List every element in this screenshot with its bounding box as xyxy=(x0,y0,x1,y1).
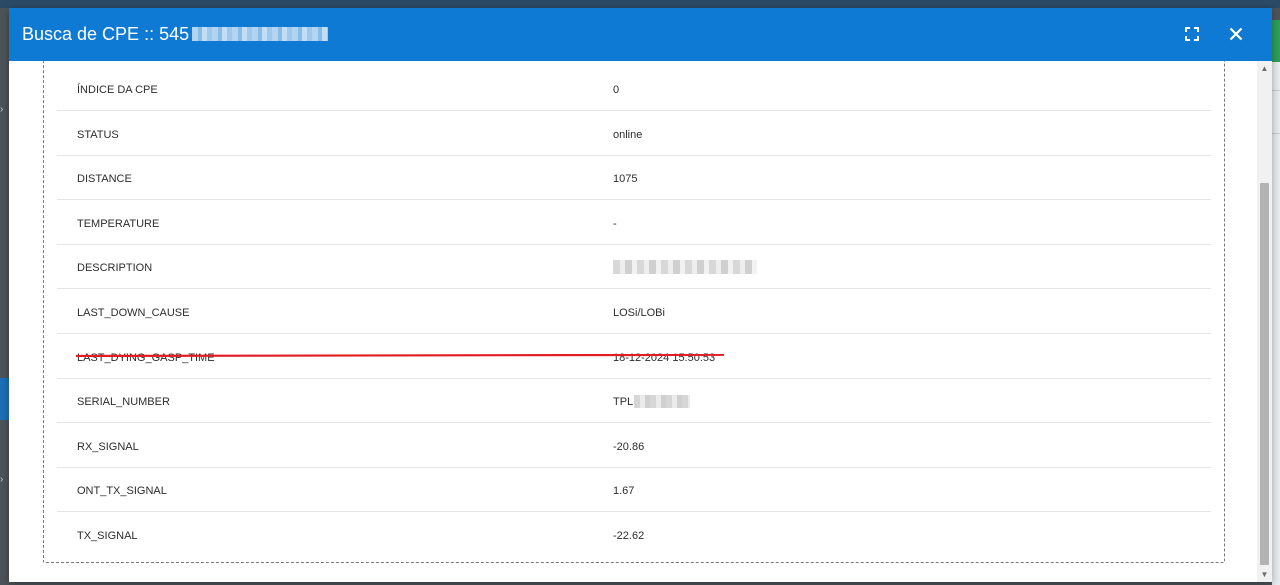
modal-body: ÍNDICE DA CPE 0 STATUS online DISTANCE 1… xyxy=(9,61,1257,582)
modal-title-text: Busca de CPE :: 545 xyxy=(22,24,190,44)
table-row: ÍNDICE DA CPE 0 xyxy=(57,61,1211,111)
table-row: RX_SIGNAL -20.86 xyxy=(57,423,1211,468)
table-row: LAST_DOWN_CAUSE LOSi/LOBi xyxy=(57,289,1211,334)
table-row: DESCRIPTION xyxy=(57,245,1211,290)
redacted-id xyxy=(192,27,329,41)
chevron-right-icon: › xyxy=(0,474,4,485)
field-value: LOSi/LOBi xyxy=(613,306,665,319)
field-label: DESCRIPTION xyxy=(77,262,153,275)
cpe-search-modal: Busca de CPE :: 545 ÍNDICE DA CPE 0 STAT… xyxy=(9,8,1272,582)
field-value: -20.86 xyxy=(613,440,645,453)
field-label: RX_SIGNAL xyxy=(77,440,139,453)
backdrop-divider xyxy=(1272,90,1280,91)
field-label: ÍNDICE DA CPE xyxy=(77,84,158,96)
chevron-right-icon: › xyxy=(0,104,4,115)
fullscreen-icon xyxy=(1185,27,1199,41)
redacted-description xyxy=(613,260,757,275)
field-label: TEMPERATURE xyxy=(77,217,160,230)
cpe-details-table: ÍNDICE DA CPE 0 STATUS online DISTANCE 1… xyxy=(57,61,1211,556)
field-value: 1075 xyxy=(613,173,638,186)
backdrop-divider xyxy=(1272,133,1280,134)
table-row: DISTANCE 1075 xyxy=(57,156,1211,201)
field-value: online xyxy=(613,128,643,141)
field-label: LAST_DOWN_CAUSE xyxy=(77,306,190,319)
redacted-serial xyxy=(634,395,691,409)
field-value: TPL xyxy=(613,395,691,409)
red-annotation-underline xyxy=(76,354,724,357)
table-row: ONT_TX_SIGNAL 1.67 xyxy=(57,468,1211,513)
serial-prefix: TPL xyxy=(613,396,634,409)
modal-title: Busca de CPE :: 545 xyxy=(22,23,329,45)
field-value: 1.67 xyxy=(613,485,635,498)
table-row: TX_SIGNAL -22.62 xyxy=(57,512,1211,556)
backdrop-right-accent xyxy=(1272,20,1280,62)
table-row: SERIAL_NUMBER TPL xyxy=(57,379,1211,424)
field-value: - xyxy=(613,217,617,230)
field-value: 0 xyxy=(613,84,620,96)
scroll-down-icon[interactable]: ▼ xyxy=(1257,567,1272,582)
close-icon xyxy=(1229,27,1243,41)
scrollbar-thumb[interactable] xyxy=(1260,183,1269,565)
field-value: -22.62 xyxy=(613,529,645,542)
fullscreen-button[interactable] xyxy=(1180,22,1204,46)
close-button[interactable] xyxy=(1224,22,1248,46)
modal-header: Busca de CPE :: 545 xyxy=(9,8,1272,61)
table-row: STATUS online xyxy=(57,111,1211,156)
field-label: DISTANCE xyxy=(77,173,132,186)
field-value xyxy=(613,260,757,275)
field-label: TX_SIGNAL xyxy=(77,529,138,542)
backdrop-right-panel xyxy=(1272,62,1280,585)
table-row: TEMPERATURE - xyxy=(57,200,1211,245)
backdrop-left-accent xyxy=(0,378,9,420)
field-label: SERIAL_NUMBER xyxy=(77,396,170,409)
field-label: STATUS xyxy=(77,128,119,141)
scroll-up-icon[interactable]: ▲ xyxy=(1257,61,1272,76)
field-label: ONT_TX_SIGNAL xyxy=(77,485,167,498)
backdrop-top-bar xyxy=(0,0,1280,8)
vertical-scrollbar[interactable]: ▲ ▼ xyxy=(1257,61,1272,582)
